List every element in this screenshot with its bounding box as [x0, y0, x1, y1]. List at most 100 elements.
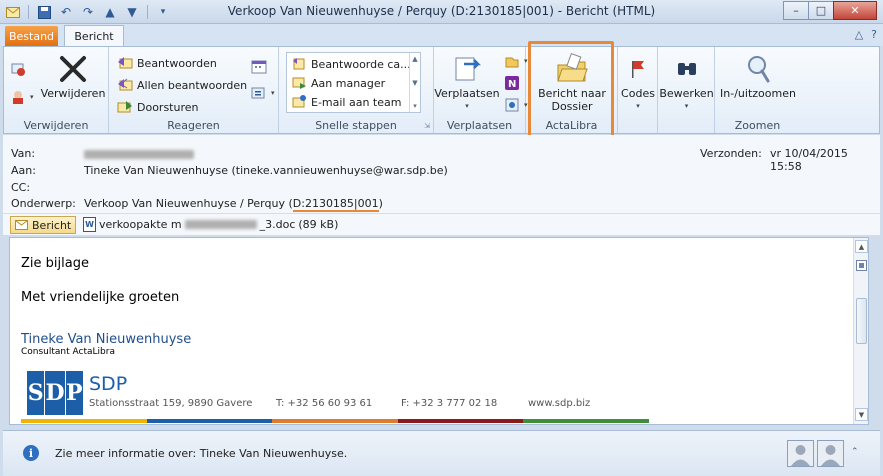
group-label-quick-steps: Snelle stappen — [315, 119, 397, 132]
group-delete: ▾ Verwijderen Verwijderen — [4, 47, 109, 133]
help-icon[interactable]: ? — [871, 28, 877, 41]
ignore-icon — [10, 61, 26, 77]
signature-fax: F: +32 3 777 02 18 — [401, 398, 498, 409]
maximize-button[interactable]: □ — [808, 1, 834, 20]
signature-color-bar — [21, 419, 649, 423]
actions-icon — [504, 97, 520, 113]
side-pane-icon[interactable] — [855, 259, 868, 272]
move-caret: ▾ — [465, 102, 469, 110]
group-editing: Bewerken ▾ — [658, 47, 715, 133]
people-info-text[interactable]: Zie meer informatie over: Tineke Van Nie… — [55, 447, 347, 460]
to-label: Aan: — [11, 164, 36, 177]
dialog-launcher-icon[interactable]: ⇲ — [424, 122, 430, 130]
editing-button[interactable]: Bewerken ▾ — [659, 53, 714, 113]
attachment-name-suffix: _3.doc — [259, 218, 296, 231]
logo-letter-s: S — [27, 371, 45, 415]
svg-text:N: N — [508, 79, 516, 90]
signature-name: Tineke Van Nieuwenhuyse — [21, 332, 192, 347]
info-icon: i — [23, 445, 39, 461]
attachment-bar: Bericht W verkoopakte m _3.doc (89 kB) — [3, 213, 880, 235]
ribbon: ▾ Verwijderen Verwijderen Beantwoorden A… — [3, 46, 880, 134]
reply-label: Beantwoorden — [137, 56, 217, 70]
onenote-icon: N — [504, 75, 520, 91]
quickstep-item-replied[interactable]: Beantwoorde ca... — [291, 56, 411, 72]
bar-segment-2 — [146, 419, 273, 423]
rules-button[interactable]: ▾ — [504, 53, 528, 69]
close-button[interactable]: ✕ — [833, 1, 877, 20]
scroll-up-icon[interactable]: ▲ — [412, 55, 417, 63]
meeting-icon — [251, 59, 267, 75]
quickstep-item-team[interactable]: E-mail aan team — [291, 94, 401, 110]
logo-letter-d: D — [45, 371, 65, 415]
quickstep-item-manager[interactable]: Aan manager — [291, 75, 385, 91]
actalibra-highlight — [528, 41, 614, 138]
avatar[interactable] — [787, 440, 814, 467]
envelope-icon — [15, 220, 28, 230]
logo-letter-p: P — [65, 371, 84, 415]
actions-button[interactable]: ▾ — [504, 97, 528, 113]
editing-label: Bewerken — [659, 87, 714, 100]
tags-caret: ▾ — [636, 102, 640, 110]
reply-all-label: Allen beantwoorden — [137, 78, 248, 92]
subject-label: Onderwerp: — [11, 197, 76, 210]
title-bar: ↶ ↷ ▲ ▼ ▾ Verkoop Van Nieuwenhuyse / Per… — [0, 0, 883, 24]
group-label-zoom: Zoomen — [734, 119, 781, 132]
move-button[interactable]: Verplaatsen ▾ — [434, 53, 500, 113]
more-respond-caret: ▾ — [271, 89, 275, 97]
people-pane: i Zie meer informatie over: Tineke Van N… — [3, 430, 880, 476]
message-tab-button[interactable]: Bericht — [10, 216, 76, 234]
message-tab-label: Bericht — [32, 218, 72, 232]
delete-x-icon — [56, 53, 90, 85]
minimize-button[interactable]: – — [783, 1, 809, 20]
junk-button[interactable]: ▾ — [10, 89, 34, 105]
reply-all-button[interactable]: Allen beantwoorden — [117, 77, 247, 93]
reply-button[interactable]: Beantwoorden — [117, 55, 217, 71]
reply-all-icon — [117, 77, 133, 93]
ribbon-tabs: Bestand Bericht △ ? — [0, 24, 883, 47]
meeting-button[interactable] — [251, 59, 267, 75]
from-label: Van: — [11, 147, 36, 160]
word-doc-icon: W — [83, 217, 96, 232]
delete-button[interactable]: Verwijderen — [38, 53, 108, 100]
tags-label: Codes — [621, 87, 655, 100]
message-header: Van: Aan: Tineke Van Nieuwenhuyse (tinek… — [3, 135, 880, 213]
expand-gallery-icon[interactable]: ▾ — [413, 102, 417, 110]
attachment-file[interactable]: W verkoopakte m _3.doc (89 kB) — [83, 217, 338, 232]
avatar-2[interactable] — [817, 440, 844, 467]
forward-button[interactable]: Doorsturen — [117, 99, 199, 115]
scroll-down-arrow[interactable]: ▼ — [855, 408, 868, 421]
redacted-sender — [84, 149, 194, 159]
window-title: Verkoop Van Nieuwenhuyse / Perquy (D:213… — [227, 4, 656, 18]
body-line-1: Zie bijlage — [21, 256, 89, 271]
tab-file[interactable]: Bestand — [5, 26, 58, 46]
group-respond: Beantwoorden Allen beantwoorden Doorstur… — [109, 47, 279, 133]
ignore-button[interactable] — [10, 61, 26, 77]
body-scrollbar[interactable]: ▲ ▼ — [853, 238, 868, 424]
message-body[interactable]: Zie bijlage Met vriendelijke groeten Tin… — [9, 237, 869, 425]
signature-role: Consultant ActaLibra — [21, 347, 115, 357]
onenote-button[interactable]: N — [504, 75, 520, 91]
attachment-size: (89 kB) — [298, 218, 339, 231]
cc-label: CC: — [11, 181, 31, 194]
scroll-thumb[interactable] — [856, 298, 867, 344]
quickstep-label-2: E-mail aan team — [311, 95, 402, 109]
expand-pane-icon[interactable]: ⌃ — [851, 447, 859, 457]
tab-message[interactable]: Bericht — [64, 25, 124, 47]
move-label: Verplaatsen — [434, 87, 500, 100]
bar-segment-1 — [21, 419, 147, 423]
quick-steps-gallery: Beantwoorde ca... Aan manager E-mail aan… — [286, 52, 421, 113]
quick-steps-scroll[interactable]: ▲ ▼ ▾ — [409, 53, 420, 112]
signature-address: Stationsstraat 159, 9890 Gavere — [89, 398, 253, 409]
scroll-up-arrow[interactable]: ▲ — [855, 240, 868, 253]
scroll-down-icon[interactable]: ▼ — [412, 79, 417, 87]
zoom-button[interactable]: In-/uitzoomen — [717, 53, 799, 100]
to-value[interactable]: Tineke Van Nieuwenhuyse (tineke.vannieuw… — [84, 164, 448, 177]
more-respond-button[interactable]: ▾ — [251, 85, 275, 101]
binoculars-icon — [670, 53, 704, 85]
minimize-ribbon-icon[interactable]: △ — [855, 28, 863, 41]
reply-icon — [117, 55, 133, 71]
tags-button[interactable]: Codes ▾ — [620, 53, 656, 113]
signature-website[interactable]: www.sdp.biz — [528, 398, 590, 409]
ribbon-right-icons: △ ? — [855, 28, 877, 41]
group-label-delete: Verwijderen — [23, 119, 89, 132]
